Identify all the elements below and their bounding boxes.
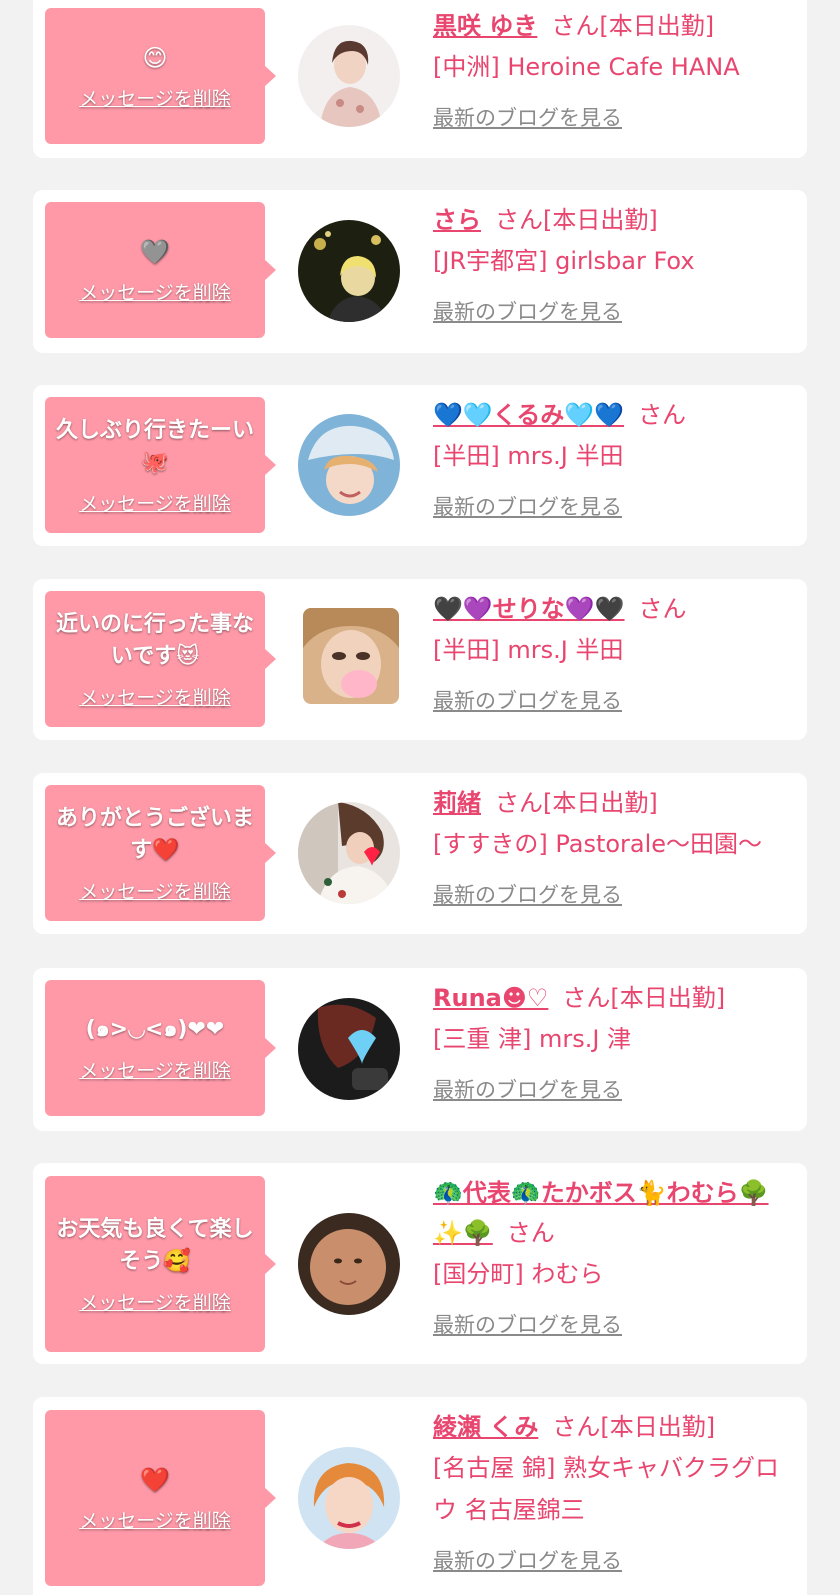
message-text: ❤️ [140,1465,170,1494]
message-bubble: ありがとうございます❤️ メッセージを削除 [45,785,276,921]
shop-name: [半田] mrs.J 半田 [433,442,624,470]
message-text: 🩶 [140,237,170,266]
message-bubble: (๑>◡<๑)❤❤ メッセージを削除 [45,980,276,1116]
message-bubble: 😊 メッセージを削除 [45,8,276,144]
shop-name: [三重 津] mrs.J 津 [433,1025,632,1053]
list-item: お天気も良くて楽しそう🥰 メッセージを削除 🦚代表🦚たかボス🐈わむら🌳✨🌳 さん … [33,1163,807,1364]
list-item: ❤️ メッセージを削除 綾瀬 くみ さん[本日出勤] [名古屋 錦] 熟女キャバク… [33,1397,807,1595]
cast-info: 綾瀬 くみ さん[本日出勤] [名古屋 錦] 熟女キャバクラグロウ 名古屋錦三 最… [433,1407,793,1575]
avatar[interactable] [298,220,400,322]
cast-info: さら さん[本日出勤] [JR宇都宮] girlsbar Fox 最新のブログを見… [433,200,793,326]
latest-blog-link[interactable]: 最新のブログを見る [433,685,622,715]
latest-blog-link[interactable]: 最新のブログを見る [433,1074,622,1104]
message-text: お天気も良くて楽しそう🥰 [56,1216,254,1274]
honorific: さん[本日出勤] [551,12,715,40]
delete-message-link[interactable]: メッセージを削除 [79,1288,231,1315]
cast-name-link[interactable]: 綾瀬 くみ [433,1413,538,1441]
message-bubble: 近いのに行った事ないです😻 メッセージを削除 [45,591,276,727]
cast-name-link[interactable]: さら [433,206,481,234]
avatar[interactable] [298,25,400,127]
name-line: 莉緒 さん[本日出勤] [433,783,793,823]
shop-name: [半田] mrs.J 半田 [433,636,624,664]
delete-message-link[interactable]: メッセージを削除 [79,489,231,516]
cast-name-link[interactable]: 莉緒 [433,789,481,817]
message-bubble: お天気も良くて楽しそう🥰 メッセージを削除 [45,1176,276,1352]
latest-blog-link[interactable]: 最新のブログを見る [433,1309,622,1339]
shop-name: [すすきの] Pastorale〜田園〜 [433,830,763,858]
list-item: 🩶 メッセージを削除 さら さん[本日出勤] [JR宇都宮] girlsbar F… [33,190,807,353]
message-text: 近いのに行った事ないです😻 [55,611,254,669]
avatar[interactable] [298,998,400,1100]
shop-name: [JR宇都宮] girlsbar Fox [433,247,695,275]
message-text: 😊 [142,43,168,72]
name-line: Runa☻♡ さん[本日出勤] [433,978,793,1018]
honorific: さん [638,595,687,623]
shop-name: [国分町] わむら [433,1260,604,1288]
cast-name-link[interactable]: 💙🩵くるみ🩵💙 [433,401,624,429]
avatar[interactable] [303,608,399,704]
avatar[interactable] [298,1213,400,1315]
honorific: さん [638,401,687,429]
list-item: 😊 メッセージを削除 黒咲 ゆき さん[本日出勤] [中洲] Heroine Ca… [33,0,807,158]
delete-message-link[interactable]: メッセージを削除 [79,278,231,305]
name-line: 🖤💜せりな💜🖤 さん [433,589,793,629]
latest-blog-link[interactable]: 最新のブログを見る [433,102,622,132]
cast-info: 黒咲 ゆき さん[本日出勤] [中洲] Heroine Cafe HANA 最新の… [433,6,793,132]
message-text: ありがとうございます❤️ [55,805,254,863]
honorific: さん[本日出勤] [552,1413,716,1441]
message-bubble: ❤️ メッセージを削除 [45,1410,276,1586]
honorific: さん [506,1219,555,1247]
cast-name-link[interactable]: Runa☻♡ [433,984,548,1012]
cast-name-link[interactable]: 🦚代表🦚たかボス🐈わむら🌳✨🌳 [433,1179,769,1247]
list-item: 久しぶり行きたーい🐙 メッセージを削除 💙🩵くるみ🩵💙 さん [半田] mrs.J… [33,385,807,546]
shop-name: [名古屋 錦] 熟女キャバクラグロウ 名古屋錦三 [433,1454,779,1524]
name-line: 黒咲 ゆき さん[本日出勤] [433,6,793,46]
name-line: 綾瀬 くみ さん[本日出勤] [433,1407,793,1447]
delete-message-link[interactable]: メッセージを削除 [79,1506,231,1533]
latest-blog-link[interactable]: 最新のブログを見る [433,879,622,909]
latest-blog-link[interactable]: 最新のブログを見る [433,1545,622,1575]
cast-info: 莉緒 さん[本日出勤] [すすきの] Pastorale〜田園〜 最新のブログを見… [433,783,793,909]
cast-info: 💙🩵くるみ🩵💙 さん [半田] mrs.J 半田 最新のブログを見る [433,395,793,521]
latest-blog-link[interactable]: 最新のブログを見る [433,491,622,521]
shop-name: [中洲] Heroine Cafe HANA [433,53,740,81]
delete-message-link[interactable]: メッセージを削除 [79,683,231,710]
message-bubble: 🩶 メッセージを削除 [45,202,276,338]
avatar[interactable] [298,802,400,904]
avatar[interactable] [298,414,400,516]
message-bubble: 久しぶり行きたーい🐙 メッセージを削除 [45,397,276,533]
cast-name-link[interactable]: 🖤💜せりな💜🖤 [433,595,625,623]
name-line: さら さん[本日出勤] [433,200,793,240]
latest-blog-link[interactable]: 最新のブログを見る [433,296,622,326]
honorific: さん[本日出勤] [495,789,658,817]
cast-info: 🦚代表🦚たかボス🐈わむら🌳✨🌳 さん [国分町] わむら 最新のブログを見る [433,1173,793,1339]
name-line: 💙🩵くるみ🩵💙 さん [433,395,793,435]
cast-name-link[interactable]: 黒咲 ゆき [433,12,537,40]
list-item: ありがとうございます❤️ メッセージを削除 莉緒 さん[本日出勤] [すすきの] … [33,773,807,934]
avatar[interactable] [298,1447,400,1549]
delete-message-link[interactable]: メッセージを削除 [79,84,231,111]
message-text: 久しぶり行きたーい🐙 [55,417,254,475]
message-text: (๑>◡<๑)❤❤ [85,1016,225,1042]
cast-info: 🖤💜せりな💜🖤 さん [半田] mrs.J 半田 最新のブログを見る [433,589,793,715]
delete-message-link[interactable]: メッセージを削除 [79,877,231,904]
cast-info: Runa☻♡ さん[本日出勤] [三重 津] mrs.J 津 最新のブログを見る [433,978,793,1104]
name-line: 🦚代表🦚たかボス🐈わむら🌳✨🌳 さん [433,1173,793,1253]
honorific: さん[本日出勤] [495,206,658,234]
list-item: (๑>◡<๑)❤❤ メッセージを削除 Runa☻♡ さん[本日出勤] [三重 津]… [33,968,807,1131]
list-item: 近いのに行った事ないです😻 メッセージを削除 🖤💜せりな💜🖤 さん [半田] mr… [33,579,807,740]
delete-message-link[interactable]: メッセージを削除 [79,1056,231,1083]
honorific: さん[本日出勤] [562,984,726,1012]
